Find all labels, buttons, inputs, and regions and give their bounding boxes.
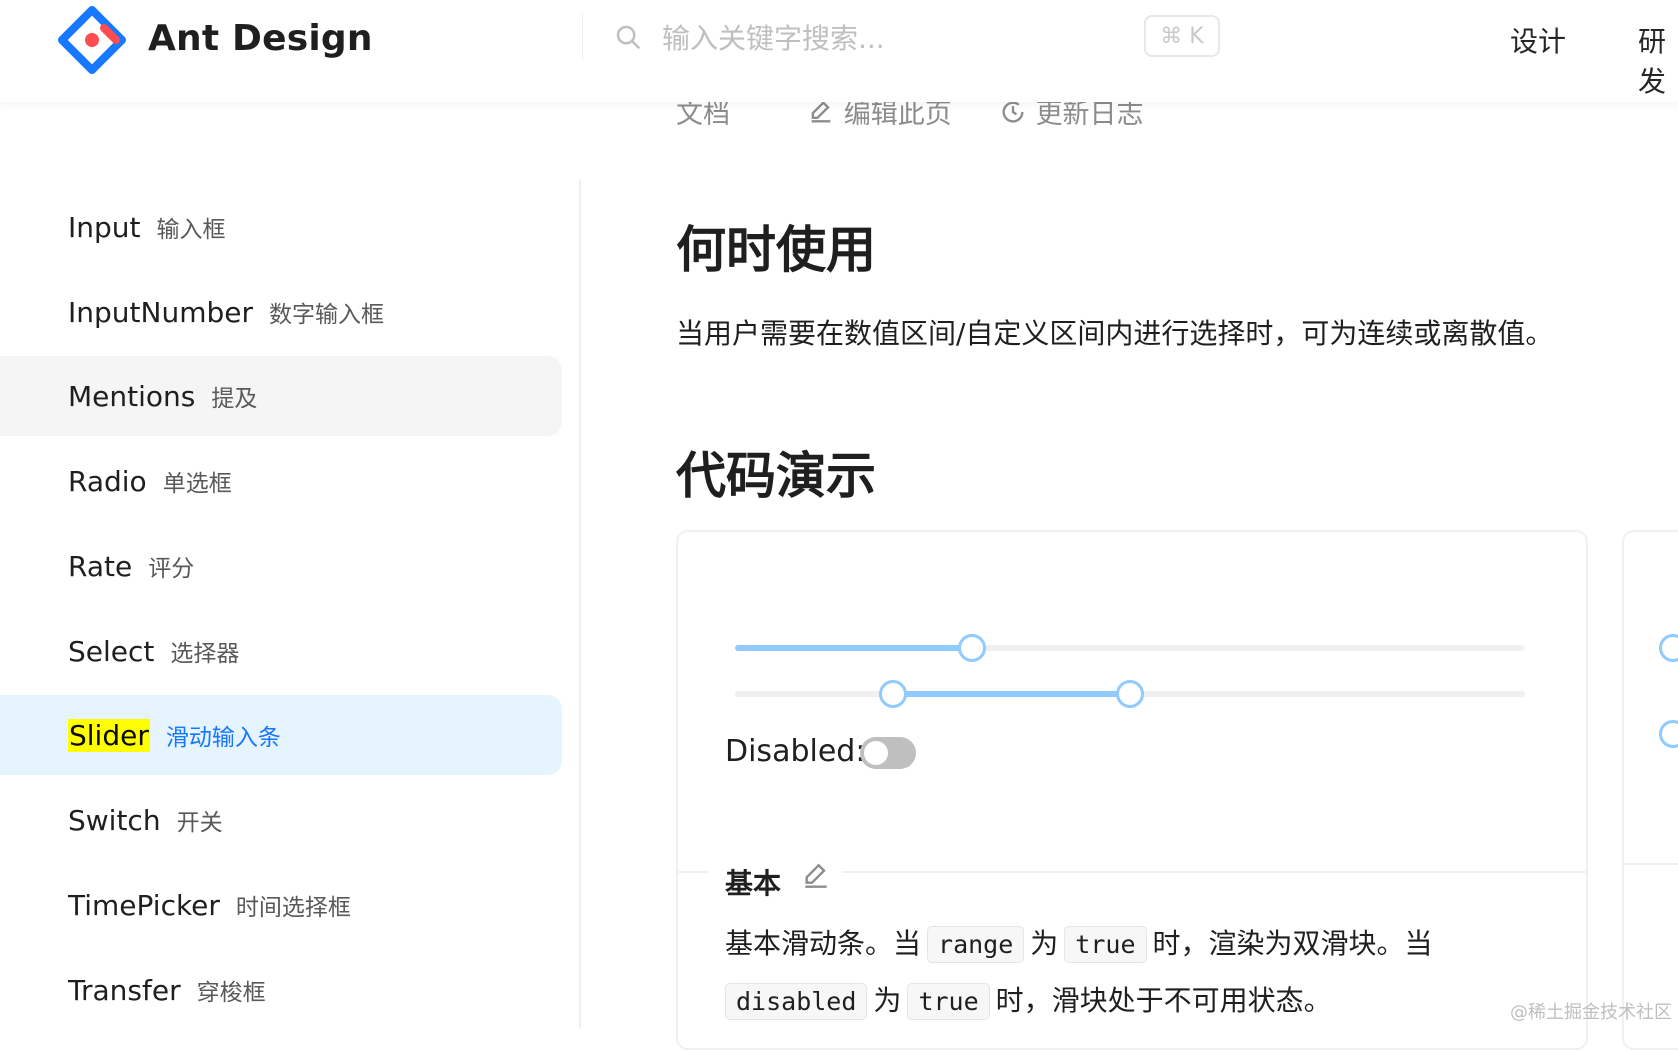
desc-text: 基本滑动条。当 (725, 927, 922, 960)
sidebar-item-label: TimePicker (68, 888, 220, 922)
sidebar-item-select[interactable]: Select 选择器 (0, 611, 562, 691)
meta-divider (678, 871, 708, 873)
slider-handle[interactable] (958, 634, 986, 662)
sidebar-item-sublabel: 评分 (148, 556, 195, 582)
range-slider-handle-start[interactable] (879, 680, 907, 708)
sidebar-item-label: Radio (68, 464, 147, 498)
meta-divider (842, 871, 1586, 873)
changelog-link[interactable]: 更新日志 (1036, 99, 1144, 130)
code-true: true (907, 983, 990, 1020)
code-range: range (927, 926, 1025, 963)
when-to-use-heading: 何时使用 (676, 221, 876, 279)
sidebar-item-label: Input (68, 210, 141, 244)
nav-development[interactable]: 研发 (1638, 20, 1678, 100)
sidebar-item-radio[interactable]: Radio 单选框 (0, 441, 562, 521)
sidebar-item-transfer[interactable]: Transfer 穿梭框 (0, 950, 562, 1030)
switch-knob (864, 741, 888, 765)
demo-description: 基本滑动条。当 range 为 true 时，渲染为双滑块。当 disabled 为 tru… (725, 916, 1575, 1030)
edit-icon[interactable] (800, 860, 832, 892)
sidebar-item-sublabel: 选择器 (170, 641, 240, 667)
ant-design-logo[interactable] (58, 6, 126, 74)
search-shortcut-badge: ⌘ K (1144, 15, 1220, 57)
sidebar-item-label: Slider (68, 718, 150, 752)
sidebar-item-sublabel: 单选框 (162, 471, 232, 497)
desc-text: 时，滑块处于不可用状态。 (995, 984, 1332, 1017)
sidebar-item-inputnumber[interactable]: InputNumber 数字输入框 (0, 272, 562, 352)
meta-divider (1624, 863, 1678, 865)
logo-text[interactable]: Ant Design (148, 18, 373, 59)
demo-heading: 代码演示 (676, 447, 876, 505)
range-slider-handle-end[interactable] (1116, 680, 1144, 708)
sidebar-item-label: Mentions (68, 379, 196, 413)
search-icon (616, 25, 641, 50)
nav-design[interactable]: 设计 (1510, 20, 1566, 60)
sidebar-item-rate[interactable]: Rate 评分 (0, 526, 562, 606)
desc-text: 时，渲染为双滑块。当 (1152, 927, 1433, 960)
sidebar-item-label: Select (68, 634, 155, 668)
range-slider-track (893, 691, 1130, 697)
search-input[interactable] (660, 14, 1124, 62)
code-true: true (1064, 926, 1147, 963)
disabled-switch[interactable] (860, 737, 916, 769)
sidebar-item-label: Switch (68, 803, 161, 837)
demo-card-secondary (1622, 530, 1678, 1050)
sidebar-item-sublabel: 数字输入框 (268, 302, 384, 328)
when-to-use-description: 当用户需要在数值区间/自定义区间内进行选择时，可为连续或离散值。 (676, 317, 1554, 350)
desc-text: 为 (1030, 927, 1059, 960)
sidebar-item-switch[interactable]: Switch 开关 (0, 780, 562, 860)
sidebar-item-label: InputNumber (68, 295, 253, 329)
disabled-label: Disabled: (725, 734, 866, 769)
slider-track (735, 645, 972, 651)
desc-text: 为 (873, 984, 902, 1017)
doc-link[interactable]: 文档 (676, 99, 730, 130)
watermark: @稀土掘金技术社区 (1510, 1002, 1672, 1023)
sidebar-item-slider[interactable]: Slider 滑动输入条 (0, 695, 562, 775)
top-header: Ant Design ⌘ K 设计 研发 (0, 0, 1678, 102)
sidebar-item-label: Transfer (68, 973, 181, 1007)
sidebar-item-sublabel: 滑动输入条 (165, 725, 281, 751)
sidebar-item-sublabel: 输入框 (156, 217, 226, 243)
sidebar-divider (579, 180, 581, 1028)
sidebar-item-input[interactable]: Input 输入框 (0, 187, 562, 267)
sidebar-item-mentions[interactable]: Mentions 提及 (0, 356, 562, 436)
sidebar-item-sublabel: 开关 (176, 810, 223, 836)
code-disabled: disabled (725, 983, 868, 1020)
sidebar-item-sublabel: 穿梭框 (196, 980, 266, 1006)
sidebar-item-sublabel: 提及 (211, 386, 258, 412)
edit-page-link[interactable]: 编辑此页 (844, 99, 952, 130)
demo-title: 基本 (725, 867, 782, 900)
sidebar-item-label: Rate (68, 549, 133, 583)
header-divider (582, 14, 583, 60)
sidebar-item-timepicker[interactable]: TimePicker 时间选择框 (0, 865, 562, 945)
sidebar-item-sublabel: 时间选择框 (235, 895, 351, 921)
sidebar: Input 输入框 InputNumber 数字输入框 Mentions 提及 … (0, 0, 581, 1030)
